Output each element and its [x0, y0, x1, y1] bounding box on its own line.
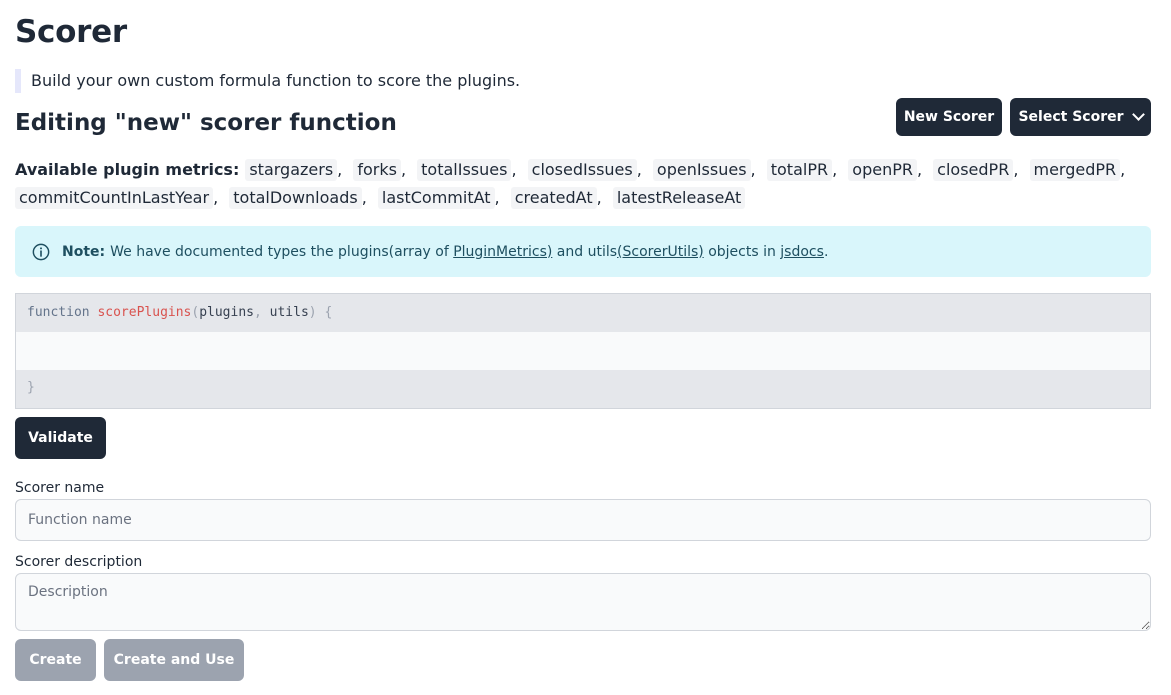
code-editor[interactable]: function scorePlugins(plugins, utils) { …	[15, 293, 1151, 409]
metric-separator: ,	[1120, 160, 1126, 179]
create-button[interactable]: Create	[15, 639, 96, 681]
note-text-part: and utils	[556, 243, 618, 260]
metric-separator: ,	[494, 188, 500, 207]
metric-separator: ,	[832, 160, 838, 179]
code-param: utils	[269, 305, 309, 320]
note-text: We have documented types the plugins(arr…	[110, 244, 828, 260]
metric-separator: ,	[337, 160, 343, 179]
metric-chip: commitCountInLastYear	[15, 187, 214, 209]
note-text-part: objects in	[708, 243, 776, 260]
chevron-down-icon	[1131, 108, 1145, 121]
note-text-part: We have documented types the plugins(arr…	[110, 243, 449, 260]
scorer-utils-link[interactable]: (ScorerUtils)	[617, 244, 704, 260]
code-param: plugins	[199, 305, 254, 320]
select-scorer-label: Select Scorer	[1018, 109, 1124, 125]
metric-chip: totalIssues	[417, 159, 512, 181]
metric-separator: ,	[916, 160, 923, 179]
note-alert: Note: We have documented types the plugi…	[15, 226, 1151, 277]
info-icon	[32, 243, 50, 260]
scorer-description-label: Scorer description	[15, 554, 143, 570]
metric-chip: totalDownloads	[229, 187, 362, 209]
metric-separator: ,	[511, 160, 517, 179]
code-signature-line: function scorePlugins(plugins, utils) {	[16, 294, 1150, 332]
editing-heading: Editing "new" scorer function	[15, 110, 397, 136]
scorer-page: Scorer Build your own custom formula fun…	[0, 0, 1171, 695]
new-scorer-button[interactable]: New Scorer	[896, 98, 1002, 136]
metric-chip: forks	[353, 159, 401, 181]
code-closing-line: }	[16, 370, 1150, 408]
metrics-label: Available plugin metrics:	[15, 160, 240, 179]
metric-chip: mergedPR	[1029, 159, 1121, 181]
page-title: Scorer	[15, 14, 127, 50]
note-label: Note:	[62, 243, 106, 260]
plugin-metrics-link[interactable]: PluginMetrics)	[453, 244, 552, 260]
scorer-description-input[interactable]	[15, 573, 1151, 631]
scorer-name-label: Scorer name	[15, 480, 105, 496]
code-punctuation: ,	[254, 305, 262, 320]
metric-chip: stargazers	[245, 159, 338, 181]
metric-separator: ,	[596, 188, 602, 207]
new-scorer-label: New Scorer	[903, 109, 995, 125]
code-function-name: scorePlugins	[97, 305, 192, 320]
scorer-name-input[interactable]	[15, 499, 1151, 541]
code-punctuation: )	[308, 305, 317, 320]
metric-chip: totalPR	[766, 159, 833, 181]
create-and-use-button[interactable]: Create and Use	[104, 639, 244, 681]
metric-chip: closedPR	[933, 159, 1014, 181]
metric-chip: latestReleaseAt	[612, 187, 746, 209]
validate-button[interactable]: Validate	[15, 417, 106, 459]
metric-chip: closedIssues	[527, 159, 637, 181]
metric-separator: ,	[1013, 160, 1019, 179]
metric-separator: ,	[750, 160, 756, 179]
metric-separator: ,	[636, 160, 642, 179]
plugin-metrics-list: Available plugin metrics: stargazers, for…	[15, 156, 1151, 212]
metric-separator: ,	[213, 188, 219, 207]
code-keyword: function	[27, 305, 90, 320]
code-punctuation: }	[27, 380, 35, 395]
code-body-editable[interactable]	[16, 332, 1150, 370]
select-scorer-dropdown[interactable]: Select Scorer	[1010, 98, 1151, 136]
metric-separator: ,	[361, 188, 367, 207]
jsdocs-link[interactable]: jsdocs	[780, 244, 824, 260]
metric-chip: openPR	[848, 159, 917, 181]
metric-chip: createdAt	[510, 187, 597, 209]
metric-separator: ,	[400, 160, 407, 179]
code-punctuation: {	[324, 305, 333, 320]
metric-chip: openIssues	[652, 159, 751, 181]
note-text-part: .	[823, 243, 829, 260]
page-subtitle: Build your own custom formula function t…	[15, 69, 520, 93]
metric-chip: lastCommitAt	[377, 187, 495, 209]
